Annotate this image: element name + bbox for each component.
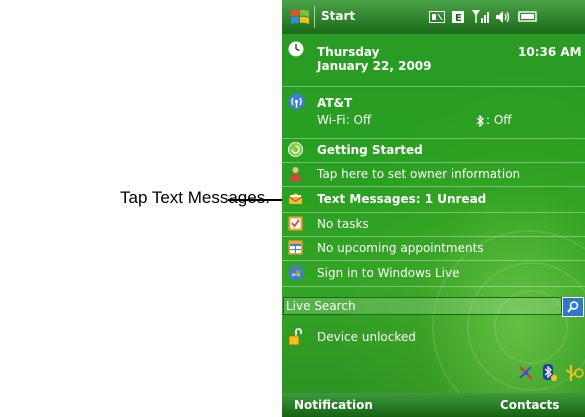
search-button[interactable] [562, 297, 584, 317]
device-lock-label: Device unlocked [317, 330, 416, 344]
bluetooth-icon [476, 115, 484, 127]
title-bar: Start E [282, 0, 585, 34]
windows-live-row[interactable]: Sign in to Windows Live [282, 260, 585, 287]
text-messages-label: Text Messages: 1 Unread [317, 192, 487, 206]
usb-connection-icon[interactable] [563, 363, 585, 383]
magnifier-icon [567, 301, 579, 313]
unlocked-padlock-icon [288, 328, 302, 346]
signal-strength-icon [472, 10, 489, 23]
tasks-label: No tasks [317, 217, 369, 231]
callout-label: Tap Text Messages. [120, 188, 270, 207]
bluetooth-tray-icon[interactable] [541, 363, 559, 383]
contacts-softkey[interactable]: Contacts [500, 398, 559, 412]
tasks-checkbox-icon [288, 216, 303, 231]
notification-softkey[interactable]: Notification [294, 398, 373, 412]
windows-live-icon [288, 265, 304, 281]
wireless-icon [288, 93, 305, 110]
device-lock-row[interactable]: Device unlocked [282, 322, 585, 352]
carrier-name: AT&T [317, 96, 353, 110]
live-search-input[interactable]: Live Search [283, 297, 562, 315]
wifi-status[interactable]: Wi-Fi: Off [317, 113, 371, 127]
callout-leader-line [228, 199, 283, 201]
date-label: January 22, 2009 [317, 59, 432, 73]
text-messages-row[interactable]: Text Messages: 1 Unread [282, 186, 585, 213]
date-time-row[interactable]: Thursday January 22, 2009 10:36 AM [282, 34, 585, 87]
soft-key-bar: Notification Contacts [282, 393, 585, 417]
appointments-row[interactable]: No upcoming appointments [282, 236, 585, 261]
battery-icon [518, 11, 537, 22]
getting-started-row[interactable]: Getting Started [282, 138, 585, 163]
appointments-label: No upcoming appointments [317, 241, 484, 255]
disconnected-network-icon[interactable] [517, 364, 535, 382]
clock-icon [288, 41, 304, 57]
windows-logo-icon[interactable] [290, 8, 310, 26]
start-menu[interactable]: Start [321, 9, 355, 23]
messaging-envelope-icon [288, 193, 303, 204]
windows-live-label: Sign in to Windows Live [317, 266, 460, 280]
getting-started-label: Getting Started [317, 143, 423, 157]
bluetooth-status[interactable]: : Off [486, 113, 512, 127]
title-divider [314, 6, 315, 28]
phone-screen: Start E Thursday January 22, 2009 10:36 … [282, 0, 585, 417]
owner-info-row[interactable]: Tap here to set owner information [282, 162, 585, 187]
svg-text:E: E [455, 13, 462, 23]
owner-info-label: Tap here to set owner information [317, 167, 521, 181]
getting-started-icon [288, 142, 303, 157]
sim-icon [429, 11, 445, 23]
tasks-row[interactable]: No tasks [282, 212, 585, 237]
time-label: 10:36 AM [518, 45, 582, 59]
connectivity-row[interactable]: AT&T Wi-Fi: Off : Off [282, 86, 585, 139]
owner-person-icon [290, 167, 301, 181]
edge-network-icon: E [452, 11, 464, 23]
calendar-icon [288, 240, 303, 255]
day-label: Thursday [317, 45, 380, 59]
speaker-volume-icon[interactable] [495, 10, 512, 24]
live-search-input-text: Live Search [286, 299, 356, 313]
live-search-bar: Live Search [282, 296, 585, 317]
